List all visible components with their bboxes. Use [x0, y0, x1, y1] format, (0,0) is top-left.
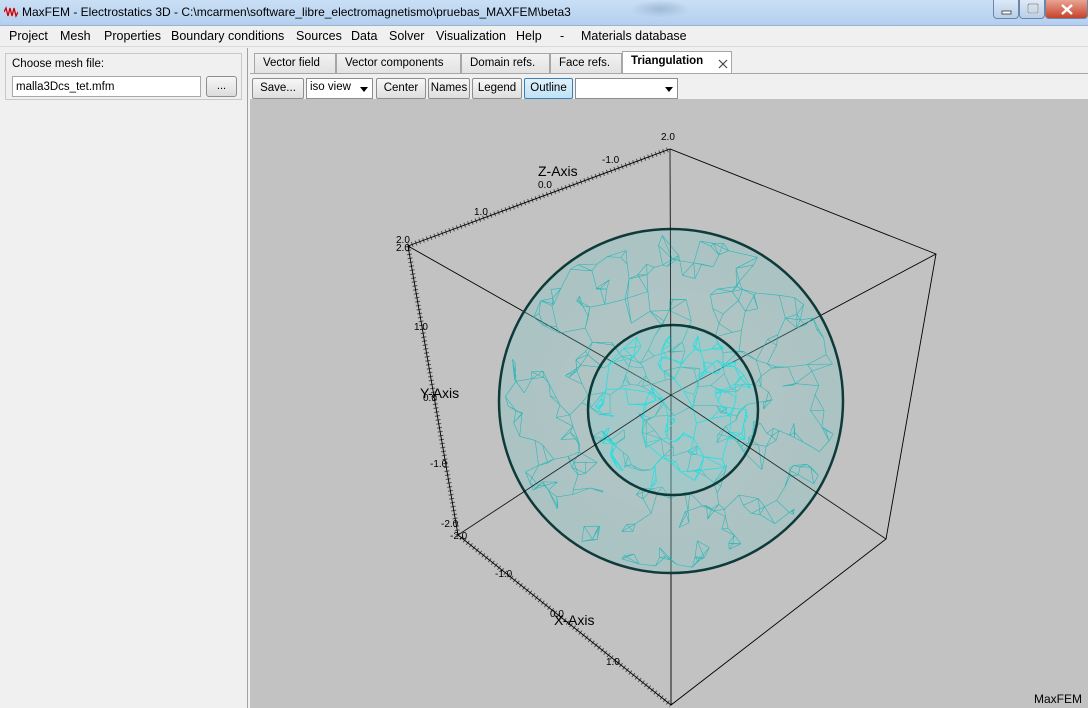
window-title: MaxFEM - Electrostatics 3D - C:\mcarmen\… — [22, 5, 571, 19]
z-tick-label: 1.0 — [474, 207, 488, 218]
left-panel: Choose mesh file: ... — [0, 48, 248, 708]
tab-bar: Vector field Vector components Domain re… — [250, 50, 1088, 73]
menu-boundary-conditions[interactable]: Boundary conditions — [171, 29, 284, 43]
maxfem-watermark: MaxFEM — [1034, 692, 1082, 706]
title-bar: MaxFEM - Electrostatics 3D - C:\mcarmen\… — [0, 0, 1088, 26]
extra-select[interactable] — [575, 78, 678, 99]
outline-button[interactable]: Outline — [524, 78, 573, 99]
blurred-region — [630, 0, 690, 18]
menu-data[interactable]: Data — [351, 29, 377, 43]
menu-separator: - — [560, 29, 565, 43]
mesh-file-input[interactable] — [12, 76, 201, 97]
tab-domain-refs[interactable]: Domain refs. — [461, 53, 550, 73]
menu-project[interactable]: Project — [9, 29, 48, 43]
chevron-down-icon — [665, 87, 673, 92]
y-tick-label: 2.0 — [396, 243, 410, 254]
menu-sources[interactable]: Sources — [296, 29, 342, 43]
center-button[interactable]: Center — [376, 78, 426, 99]
triangulation-render: Z-Axis Y-Axis X-Axis 2.0 -1.0 0.0 1.0 2.… — [396, 132, 937, 707]
menu-visualization[interactable]: Visualization — [436, 29, 506, 43]
menu-bar: Project Mesh Properties Boundary conditi… — [0, 26, 1088, 47]
legend-button[interactable]: Legend — [472, 78, 522, 99]
mesh-file-label: Choose mesh file: — [12, 58, 105, 70]
view-select[interactable]: iso view — [306, 78, 373, 99]
maximize-icon — [1027, 3, 1039, 14]
z-tick-label: 0.0 — [538, 180, 552, 191]
viewer-toolbar: Save... iso view Center Names Legend Out… — [250, 73, 1088, 99]
close-button[interactable] — [1045, 0, 1088, 19]
mesh-file-group: Choose mesh file: ... — [5, 53, 242, 100]
close-icon[interactable] — [714, 55, 732, 72]
menu-help[interactable]: Help — [516, 29, 542, 43]
x-tick-label: -2.0 — [450, 531, 468, 542]
inner-sphere-mesh — [586, 323, 760, 497]
3d-viewport[interactable]: Z-Axis Y-Axis X-Axis 2.0 -1.0 0.0 1.0 2.… — [250, 99, 1088, 708]
minimize-icon — [1001, 10, 1012, 15]
tab-face-refs[interactable]: Face refs. — [550, 53, 622, 73]
maximize-button[interactable] — [1019, 0, 1045, 19]
z-tick-label: -1.0 — [602, 155, 620, 166]
tab-vector-components[interactable]: Vector components — [336, 53, 461, 73]
close-icon — [1061, 4, 1073, 15]
menu-properties[interactable]: Properties — [104, 29, 161, 43]
minimize-button[interactable] — [993, 0, 1019, 19]
menu-mesh[interactable]: Mesh — [60, 29, 91, 43]
y-tick-label: -1.0 — [430, 459, 448, 470]
save-button[interactable]: Save... — [252, 78, 304, 99]
x-tick-label: 0.0 — [550, 609, 564, 620]
z-tick-label: 2.0 — [661, 132, 675, 143]
y-tick-label: 1.0 — [414, 322, 428, 333]
menu-solver[interactable]: Solver — [389, 29, 424, 43]
z-axis-label: Z-Axis — [538, 163, 578, 179]
y-tick-label: -2.0 — [441, 519, 459, 530]
browse-button[interactable]: ... — [206, 76, 237, 97]
x-tick-label: 1.0 — [606, 657, 620, 668]
view-select-value: iso view — [310, 81, 351, 93]
wave-icon — [4, 6, 18, 18]
chevron-down-icon — [360, 87, 368, 92]
tab-vector-field[interactable]: Vector field — [254, 53, 336, 73]
names-button[interactable]: Names — [428, 78, 470, 99]
y-tick-label: 0.0 — [423, 393, 437, 404]
x-tick-label: -1.0 — [495, 569, 513, 580]
menu-materials-database[interactable]: Materials database — [581, 29, 687, 43]
